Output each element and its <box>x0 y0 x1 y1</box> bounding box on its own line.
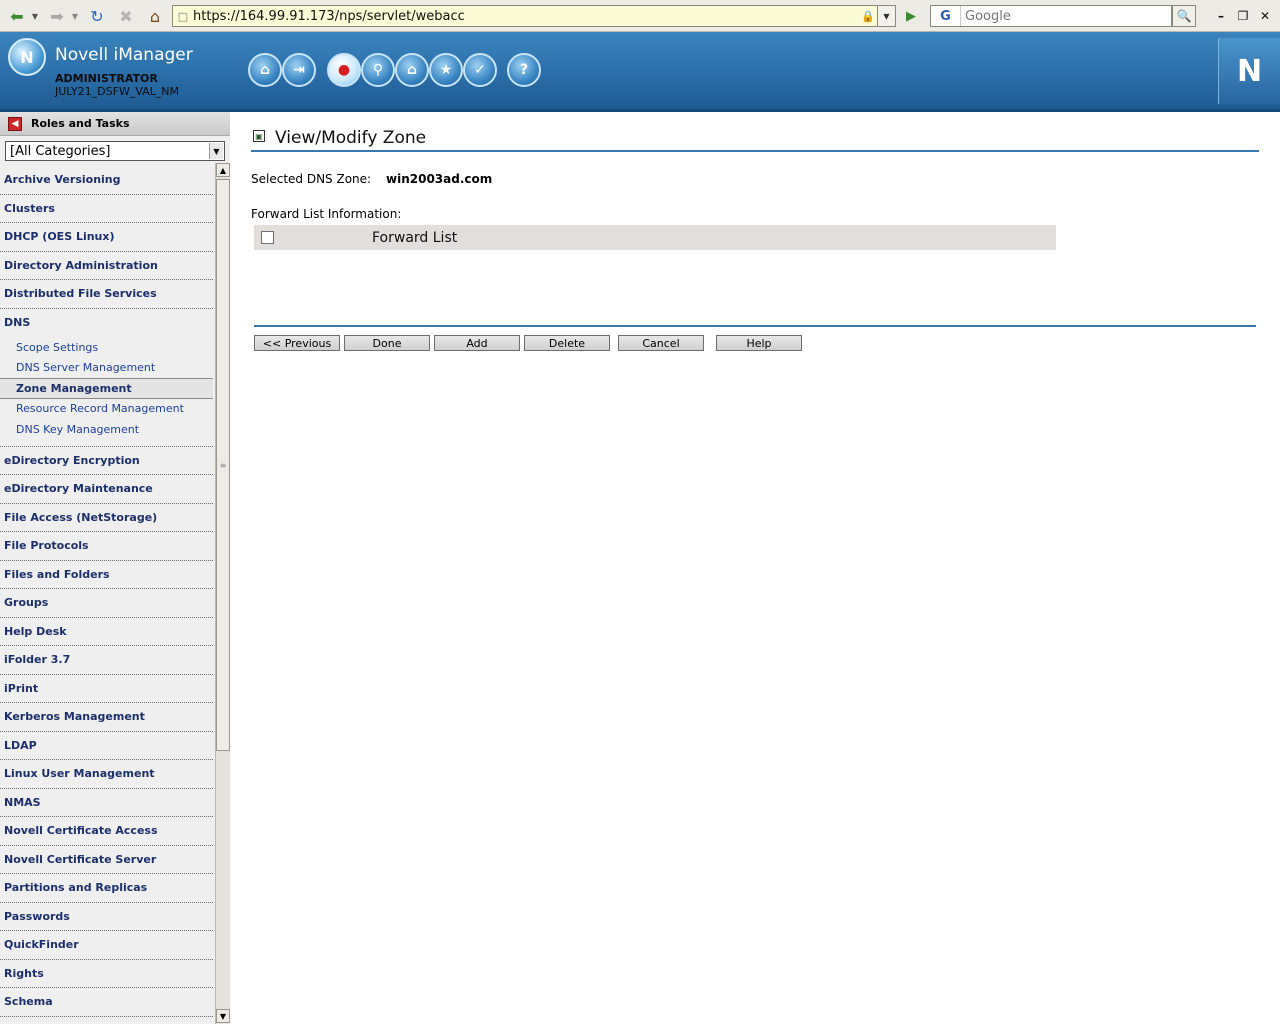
add-button[interactable]: Add <box>434 335 520 351</box>
roles-tasks-header: ◀ Roles and Tasks <box>0 112 230 136</box>
sidebar-category-item[interactable]: Passwords <box>0 903 213 931</box>
sidebar-category-item[interactable]: DHCP (OES Linux) <box>0 223 213 252</box>
sidebar-category-item[interactable]: eDirectory Maintenance <box>0 475 213 504</box>
search-box[interactable]: G <box>930 5 1172 27</box>
dns-task-item[interactable]: Resource Record Management <box>0 399 213 420</box>
sidebar-category-item[interactable]: Files and Folders <box>0 561 213 589</box>
scroll-down-icon[interactable]: ▼ <box>216 1009 230 1023</box>
forward-list-table-header: Forward List <box>254 225 1056 250</box>
sidebar-category-item[interactable]: File Protocols <box>0 532 213 561</box>
chevron-down-icon[interactable]: ▼ <box>209 143 223 159</box>
sidebar-category-item[interactable]: Directory Administration <box>0 252 213 280</box>
home-icon[interactable]: ⌂ <box>144 5 166 27</box>
app-title: Novell iManager <box>55 45 193 65</box>
sidebar-category-item[interactable]: iFolder 3.7 <box>0 646 213 675</box>
forward-list-column-header: Forward List <box>372 229 458 246</box>
restore-icon[interactable]: ❐ <box>1234 8 1252 24</box>
dns-task-item[interactable]: DNS Key Management <box>0 419 213 440</box>
selected-zone-label: Selected DNS Zone: <box>251 172 372 186</box>
zone-task-icon: ▣ <box>253 130 265 142</box>
roles-tasks-title: Roles and Tasks <box>31 117 130 130</box>
forward-arrow-icon[interactable]: ➡ <box>46 5 68 27</box>
roles-tasks-panel: ◀ Roles and Tasks [All Categories] ▼ Arc… <box>0 112 230 1024</box>
scroll-thumb[interactable]: ≡ <box>216 179 230 751</box>
delete-button[interactable]: Delete <box>524 335 610 351</box>
tree-name: JULY21_DSFW_VAL_NM <box>55 85 180 98</box>
sidebar-category-item[interactable]: LDAP <box>0 732 213 760</box>
dns-task-item[interactable]: Scope Settings <box>0 337 213 358</box>
exit-icon[interactable]: ⇥ <box>282 53 316 87</box>
cancel-button[interactable]: Cancel <box>618 335 704 351</box>
sidebar-scrollbar[interactable]: ▲ ≡ ▼ <box>215 163 230 1024</box>
novell-logo-icon: N <box>8 38 46 76</box>
dns-category-group: DNS Scope Settings DNS Server Management Z… <box>0 309 213 447</box>
novell-brand-icon: N <box>1218 38 1280 104</box>
page-title: View/Modify Zone <box>275 128 427 148</box>
select-all-checkbox[interactable] <box>261 231 274 244</box>
favorites-icon[interactable]: ★ <box>429 53 463 87</box>
magnifier-icon[interactable]: 🔍 <box>1172 5 1196 27</box>
search-input[interactable] <box>961 8 1161 24</box>
sidebar-category-item[interactable]: Distributed File Services <box>0 280 213 309</box>
sidebar-category-item[interactable]: Novell Certificate Server <box>0 846 213 874</box>
page-icon: □ <box>177 9 189 23</box>
dns-task-item[interactable]: Zone Management <box>0 378 213 399</box>
search-engine-icon[interactable]: G <box>931 6 961 26</box>
sidebar-category-item[interactable]: Schema <box>0 988 213 1017</box>
buttons-divider <box>254 325 1256 327</box>
sidebar-category-item[interactable]: File Access (NetStorage) <box>0 504 213 532</box>
sidebar-category-item[interactable]: Rights <box>0 960 213 988</box>
back-arrow-icon[interactable]: ⬅ <box>6 5 28 27</box>
back-history-dropdown-icon[interactable]: ▼ <box>30 5 40 27</box>
stop-icon[interactable]: ✖ <box>116 5 136 27</box>
roles-tasks-icon[interactable]: ● <box>327 53 361 87</box>
sidebar-category-item[interactable]: QuickFinder <box>0 931 213 960</box>
category-select[interactable]: [All Categories] ▼ <box>5 141 225 161</box>
category-dns[interactable]: DNS <box>0 309 213 338</box>
forward-history-dropdown-icon[interactable]: ▼ <box>70 5 80 27</box>
sidebar-category-item[interactable]: Help Desk <box>0 618 213 646</box>
address-dropdown-icon[interactable]: ▼ <box>878 5 896 27</box>
selected-zone-value: win2003ad.com <box>386 172 493 186</box>
lock-icon[interactable]: 🔒 <box>861 10 877 23</box>
roles-tasks-icon: ◀ <box>8 116 22 131</box>
reload-icon[interactable]: ↻ <box>86 5 108 27</box>
app-header: N Novell iManager ADMINISTRATOR JULY21_D… <box>0 32 1280 127</box>
sidebar-category-item[interactable]: Archive Versioning <box>0 166 213 195</box>
header-toolbar: ⌂ ⇥ ● ⚲ ⌂ ★ ✓ ? <box>242 48 552 96</box>
sidebar-category-item[interactable]: Groups <box>0 589 213 618</box>
done-button[interactable]: Done <box>344 335 430 351</box>
view-objects-icon[interactable]: ⚲ <box>361 53 395 87</box>
configure-icon[interactable]: ⌂ <box>395 53 429 87</box>
sidebar-category-item[interactable]: iPrint <box>0 675 213 703</box>
address-bar[interactable]: □ https://164.99.91.173/nps/servlet/weba… <box>172 5 878 27</box>
go-icon[interactable]: ▶ <box>900 5 922 27</box>
forward-list-info-label: Forward List Information: <box>251 207 402 221</box>
sidebar-category-item[interactable]: Clusters <box>0 195 213 223</box>
sidebar-category-item[interactable]: Novell Certificate Access <box>0 817 213 846</box>
close-icon[interactable]: ✕ <box>1256 8 1274 24</box>
role-list: Archive Versioning Clusters DHCP (OES Linu… <box>0 166 215 1024</box>
scroll-up-icon[interactable]: ▲ <box>216 163 230 177</box>
home-icon[interactable]: ⌂ <box>248 53 282 87</box>
address-text[interactable]: https://164.99.91.173/nps/servlet/webacc <box>193 9 861 24</box>
dns-task-item[interactable]: DNS Server Management <box>0 358 213 379</box>
help-button[interactable]: Help <box>716 335 802 351</box>
main-content: ▣ View/Modify Zone Selected DNS Zone: wi… <box>230 112 1280 1024</box>
category-select-value[interactable]: [All Categories] <box>6 144 209 159</box>
help-icon[interactable]: ? <box>507 53 541 87</box>
sidebar-category-item[interactable]: Linux User Management <box>0 760 213 789</box>
sidebar-category-item[interactable]: eDirectory Encryption <box>0 447 213 475</box>
preferences-icon[interactable]: ✓ <box>463 53 497 87</box>
sidebar-category-item[interactable]: NMAS <box>0 789 213 817</box>
sidebar-category-item[interactable]: Kerberos Management <box>0 703 213 732</box>
title-divider <box>251 150 1259 152</box>
minimize-icon[interactable]: – <box>1212 8 1230 24</box>
logged-in-user: ADMINISTRATOR <box>55 72 158 85</box>
previous-button[interactable]: << Previous <box>254 335 340 351</box>
browser-toolbar: ⬅ ▼ ➡ ▼ ↻ ✖ ⌂ □ https://164.99.91.173/np… <box>0 0 1280 32</box>
sidebar-category-item[interactable]: Partitions and Replicas <box>0 874 213 903</box>
